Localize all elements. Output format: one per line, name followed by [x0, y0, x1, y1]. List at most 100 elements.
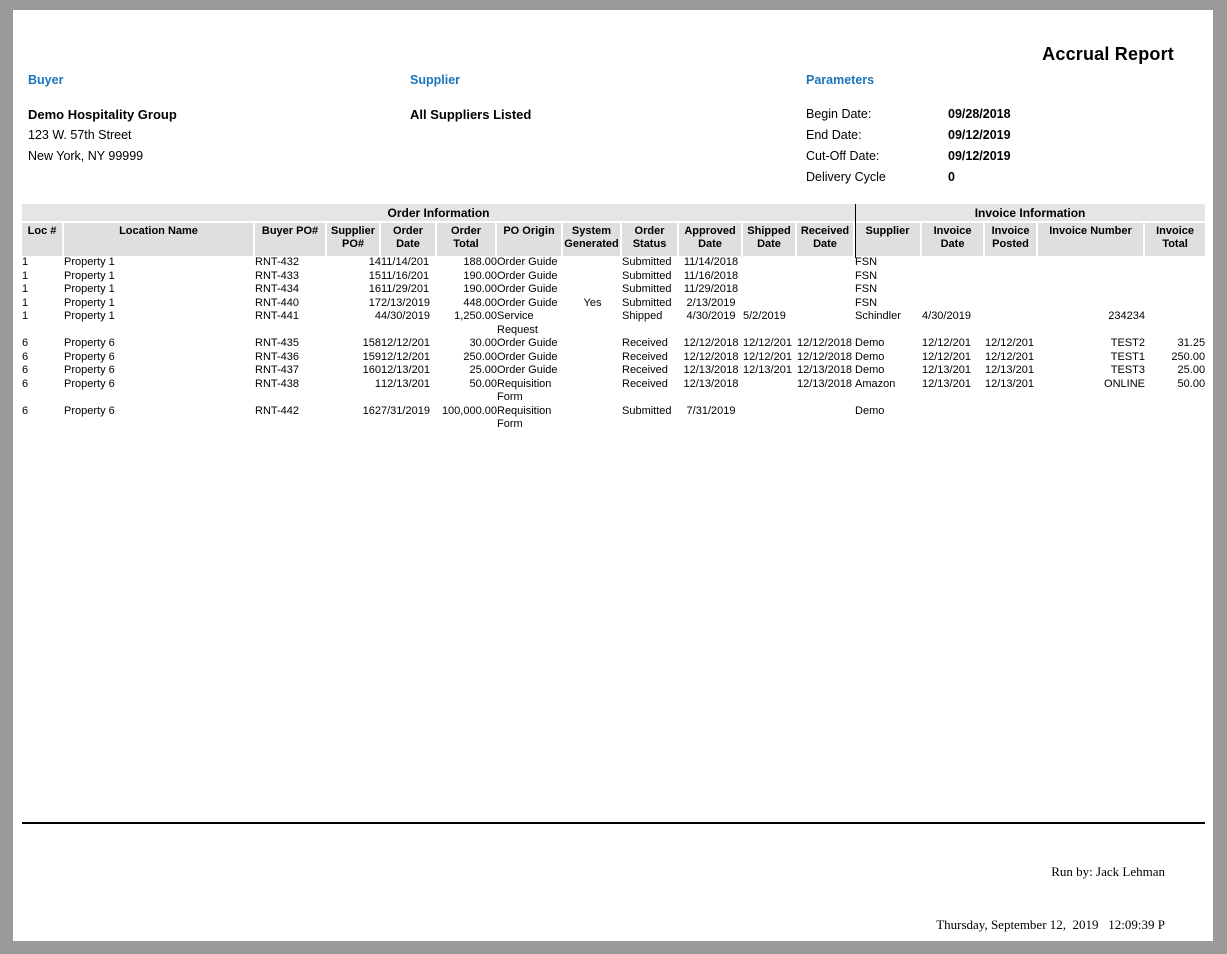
column-header-order_total: Order Total — [437, 223, 497, 256]
cell-received_date — [797, 256, 855, 270]
cell-po_origin: Order Guide — [497, 337, 563, 351]
cell-approved_date: 12/13/2018 — [679, 378, 743, 405]
cell-invoice_date: 12/12/201 — [922, 337, 985, 351]
column-header-order_date: Order Date — [381, 223, 437, 256]
cell-order_date: 11/16/201 — [381, 270, 437, 284]
cell-po_origin: Order Guide — [497, 270, 563, 284]
column-header-invoice_posted: Invoice Posted — [985, 223, 1038, 256]
cell-po_origin: Order Guide — [497, 364, 563, 378]
table-row: 6Property 6RNT-438112/13/20150.00Requisi… — [22, 378, 1205, 405]
cell-location_name: Property 6 — [64, 378, 255, 405]
table-row: 1Property 1RNT-440172/13/2019448.00Order… — [22, 297, 1205, 311]
cell-invoice_date: 12/12/201 — [922, 351, 985, 365]
cell-invoice_total — [1145, 270, 1205, 284]
cell-supplier: Demo — [855, 405, 922, 432]
cell-supplier_po: 14 — [327, 256, 381, 270]
cell-order_total: 1,250.00 — [437, 310, 497, 337]
buyer-name: Demo Hospitality Group — [28, 104, 177, 125]
cell-buyer_po: RNT-442 — [255, 405, 327, 432]
cell-invoice_number: TEST1 — [1038, 351, 1145, 365]
cell-system_generated — [563, 405, 622, 432]
table-row: 6Property 6RNT-43515812/12/20130.00Order… — [22, 337, 1205, 351]
cell-received_date — [797, 297, 855, 311]
cell-buyer_po: RNT-434 — [255, 283, 327, 297]
cell-buyer_po: RNT-432 — [255, 256, 327, 270]
column-header-supplier: Supplier — [855, 223, 922, 256]
cell-location_name: Property 1 — [64, 283, 255, 297]
buyer-heading: Buyer — [28, 70, 177, 91]
cell-location_name: Property 1 — [64, 310, 255, 337]
cell-system_generated — [563, 378, 622, 405]
cell-order_date: 12/13/201 — [381, 364, 437, 378]
table-row: 6Property 6RNT-4421627/31/2019100,000.00… — [22, 405, 1205, 432]
cell-order_date: 4/30/2019 — [381, 310, 437, 337]
cell-shipped_date: 12/12/201 — [743, 351, 797, 365]
cell-order_status: Submitted — [622, 256, 679, 270]
cell-invoice_total — [1145, 297, 1205, 311]
cell-approved_date: 11/29/2018 — [679, 283, 743, 297]
cell-loc: 1 — [22, 270, 64, 284]
cell-received_date — [797, 310, 855, 337]
cell-supplier_po: 4 — [327, 310, 381, 337]
cell-po_origin: Order Guide — [497, 297, 563, 311]
cell-invoice_number: 234234 — [1038, 310, 1145, 337]
cell-order_total: 100,000.00 — [437, 405, 497, 432]
cell-approved_date: 2/13/2019 — [679, 297, 743, 311]
cell-order_total: 30.00 — [437, 337, 497, 351]
cell-order_total: 25.00 — [437, 364, 497, 378]
column-header-invoice_date: Invoice Date — [922, 223, 985, 256]
cell-system_generated — [563, 283, 622, 297]
cell-buyer_po: RNT-435 — [255, 337, 327, 351]
report-page: Accrual Report Buyer Demo Hospitality Gr… — [13, 10, 1213, 941]
supplier-value: All Suppliers Listed — [410, 104, 531, 125]
cell-supplier: FSN — [855, 256, 922, 270]
cell-location_name: Property 1 — [64, 256, 255, 270]
cell-loc: 1 — [22, 256, 64, 270]
cell-supplier: FSN — [855, 283, 922, 297]
cell-approved_date: 11/14/2018 — [679, 256, 743, 270]
cell-shipped_date — [743, 297, 797, 311]
cell-supplier: Demo — [855, 364, 922, 378]
cell-supplier_po: 159 — [327, 351, 381, 365]
cell-invoice_date: 12/13/201 — [922, 364, 985, 378]
parameter-label: Cut-Off Date: — [806, 146, 948, 167]
cell-order_status: Received — [622, 378, 679, 405]
cell-approved_date: 12/13/2018 — [679, 364, 743, 378]
cell-invoice_date: 4/30/2019 — [922, 310, 985, 337]
cell-supplier: FSN — [855, 270, 922, 284]
cell-po_origin: Requisition Form — [497, 405, 563, 432]
parameter-row: End Date:09/12/2019 — [806, 125, 1011, 146]
table-group-header: Invoice Information — [855, 204, 1205, 223]
cell-invoice_date — [922, 405, 985, 432]
column-header-invoice_number: Invoice Number — [1038, 223, 1145, 256]
order-invoice-divider — [855, 204, 856, 258]
parameter-value: 09/12/2019 — [948, 146, 1011, 167]
cell-invoice_total: 50.00 — [1145, 378, 1205, 405]
column-header-order_status: Order Status — [622, 223, 679, 256]
cell-supplier_po: 17 — [327, 297, 381, 311]
cell-received_date — [797, 405, 855, 432]
cell-invoice_posted — [985, 270, 1038, 284]
cell-invoice_posted — [985, 283, 1038, 297]
cell-shipped_date — [743, 256, 797, 270]
cell-po_origin: Service Request — [497, 310, 563, 337]
cell-system_generated — [563, 337, 622, 351]
report-footer: Run by: Jack Lehman Thursday, September … — [936, 828, 1165, 941]
cell-received_date: 12/13/2018 — [797, 378, 855, 405]
cell-shipped_date — [743, 405, 797, 432]
cell-system_generated — [563, 310, 622, 337]
parameters-section: Parameters Begin Date:09/28/2018End Date… — [806, 70, 1011, 188]
parameter-label: Delivery Cycle — [806, 167, 948, 188]
cell-invoice_posted: 12/12/201 — [985, 351, 1038, 365]
cell-order_status: Received — [622, 351, 679, 365]
cell-invoice_number: TEST3 — [1038, 364, 1145, 378]
column-header-buyer_po: Buyer PO# — [255, 223, 327, 256]
accrual-table: Order InformationInvoice InformationLoc … — [22, 204, 1205, 432]
cell-buyer_po: RNT-436 — [255, 351, 327, 365]
cell-system_generated: Yes — [563, 297, 622, 311]
cell-location_name: Property 1 — [64, 270, 255, 284]
cell-invoice_total: 250.00 — [1145, 351, 1205, 365]
cell-supplier: Demo — [855, 337, 922, 351]
cell-loc: 1 — [22, 310, 64, 337]
cell-invoice_total — [1145, 405, 1205, 432]
